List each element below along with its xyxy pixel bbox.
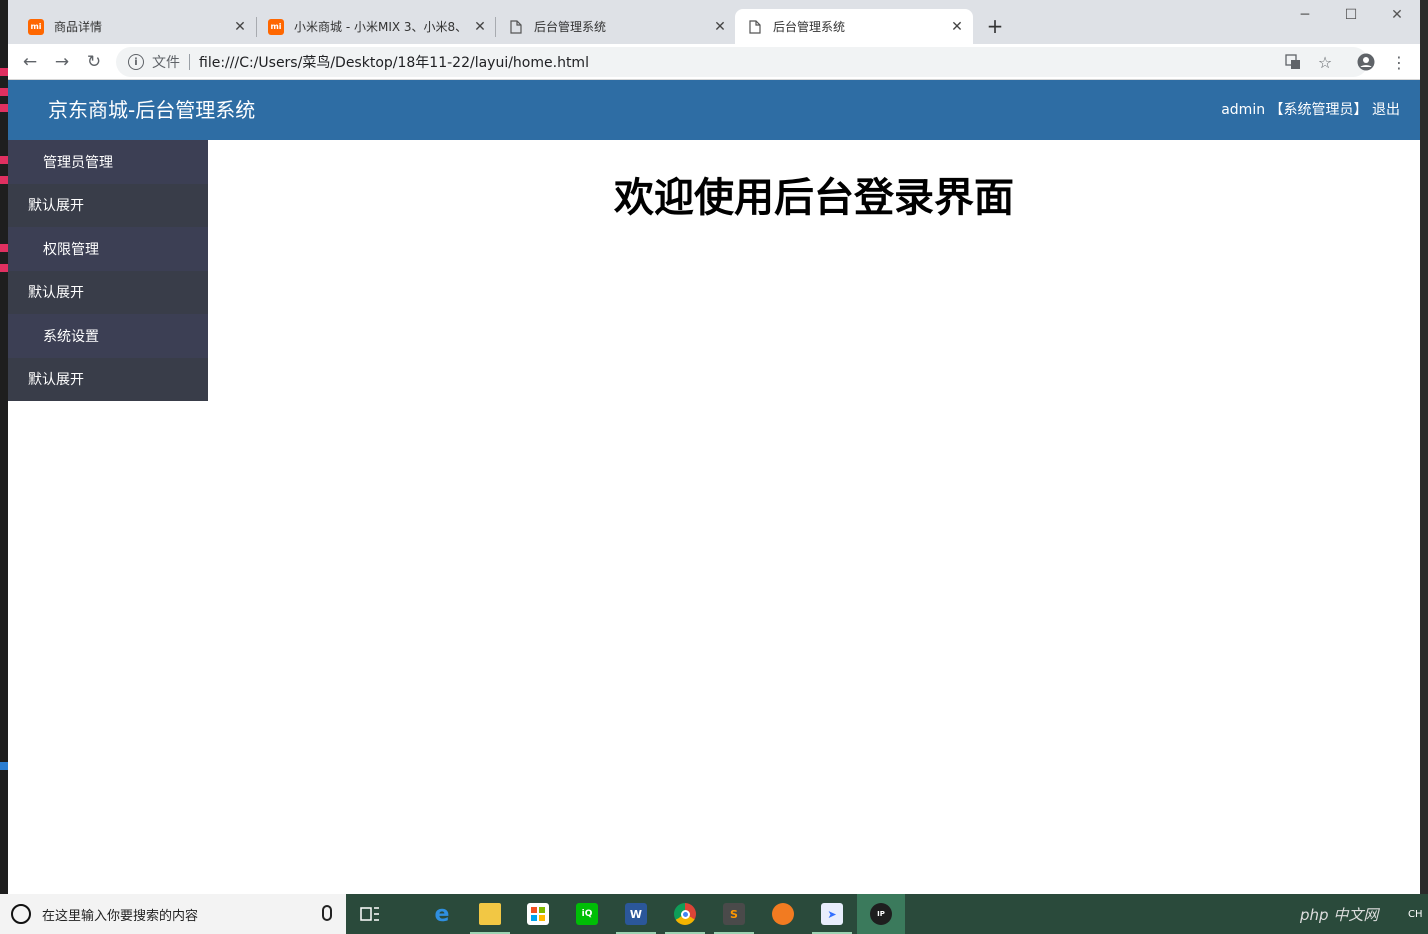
username[interactable]: admin (1221, 102, 1265, 118)
sidebar-item-admin-default[interactable]: 默认展开 (8, 183, 208, 227)
background-text-fragment (0, 88, 8, 96)
bird-icon (772, 903, 794, 925)
php-watermark: php 中文网 (1300, 894, 1378, 934)
welcome-heading: 欢迎使用后台登录界面 (614, 175, 1014, 221)
tab-title: 后台管理系统 (773, 20, 846, 34)
tab-product-detail[interactable]: mi 商品详情 ✕ (16, 9, 256, 44)
watermark-text: php 中文网 (1300, 905, 1379, 924)
window-close-button[interactable]: ✕ (1374, 4, 1420, 26)
profile-icon[interactable] (1355, 51, 1377, 73)
search-placeholder: 在这里输入你要搜索的内容 (42, 908, 199, 924)
tab-title: 商品详情 (54, 20, 103, 34)
sidebar-nav: 管理员管理 默认展开 权限管理 默认展开 系统设置 默认展开 (8, 140, 208, 401)
sidebar-item-settings-default[interactable]: 默认展开 (8, 357, 208, 401)
background-text-fragment (0, 104, 8, 112)
taskbar-search[interactable]: 在这里输入你要搜索的内容 (0, 894, 346, 934)
sidebar-item-permission-default[interactable]: 默认展开 (8, 270, 208, 314)
browser-window: mi 商品详情 ✕ mi 小米商城 - 小米MIX 3、小米8、 ✕ 后台管理系… (8, 0, 1420, 894)
language-label: CH (1408, 908, 1423, 920)
scheme-label: 文件 (152, 55, 180, 71)
iqiyi-icon: iQ (576, 903, 598, 925)
feishu-app[interactable]: ➤ (808, 894, 856, 934)
close-icon[interactable]: ✕ (232, 19, 248, 35)
background-text-fragment (0, 176, 8, 184)
chrome-app[interactable] (661, 894, 709, 934)
folder-icon (479, 903, 501, 925)
iqiyi-app[interactable]: iQ (563, 894, 611, 934)
close-icon[interactable]: ✕ (949, 19, 965, 35)
mi-logo-icon: mi (28, 18, 44, 35)
chrome-center (680, 909, 690, 919)
close-icon[interactable]: ✕ (472, 19, 488, 35)
logout-link[interactable]: 退出 (1372, 102, 1400, 118)
sidebar-item-label: 默认展开 (28, 372, 84, 389)
tab-title: 后台管理系统 (534, 20, 607, 34)
edge-app[interactable]: e (418, 894, 466, 934)
background-text-fragment (0, 264, 8, 272)
address-bar[interactable]: i 文件 file:///C:/Users/菜鸟/Desktop/18年11-2… (116, 47, 1368, 77)
word-app[interactable]: W (612, 894, 660, 934)
minimize-button[interactable]: ─ (1282, 4, 1328, 26)
sidebar-item-label: 默认展开 (28, 285, 84, 302)
task-view-button[interactable] (346, 894, 394, 934)
input-language[interactable]: CH (1408, 894, 1423, 934)
chrome-icon (674, 903, 696, 925)
ide-icon: IP (870, 903, 892, 925)
sidebar-group-settings[interactable]: 系统设置 (8, 314, 208, 358)
tab-admin-1[interactable]: 后台管理系统 ✕ (496, 9, 736, 44)
info-icon[interactable]: i (128, 54, 144, 70)
edge-icon: e (434, 901, 450, 927)
page-header: 京东商城-后台管理系统 admin 【系统管理员】 退出 (8, 80, 1420, 140)
user-bar: admin 【系统管理员】 退出 (1221, 80, 1400, 140)
sidebar-group-admin[interactable]: 管理员管理 (8, 140, 208, 184)
translate-icon[interactable] (1282, 51, 1304, 73)
close-icon[interactable]: ✕ (712, 19, 728, 35)
sublime-app[interactable]: S (710, 894, 758, 934)
windows-taskbar: 在这里输入你要搜索的内容 e iQ W S ➤ IP php 中文网 CH (0, 894, 1428, 934)
sidebar-group-label: 权限管理 (43, 241, 99, 258)
tab-title: 小米商城 - 小米MIX 3、小米8、 (294, 20, 468, 34)
sidebar-item-label: 默认展开 (28, 198, 84, 215)
sidebar-group-label: 管理员管理 (43, 154, 113, 171)
menu-kebab-icon[interactable]: ⋮ (1388, 51, 1410, 73)
tab-strip: mi 商品详情 ✕ mi 小米商城 - 小米MIX 3、小米8、 ✕ 后台管理系… (8, 0, 1420, 44)
background-text-fragment (0, 68, 8, 76)
bookmark-star-icon[interactable]: ☆ (1314, 51, 1336, 73)
tab-admin-active[interactable]: 后台管理系统 ✕ (735, 9, 973, 44)
tab-mi-store[interactable]: mi 小米商城 - 小米MIX 3、小米8、 ✕ (256, 9, 496, 44)
sublime-icon: S (723, 903, 745, 925)
address-divider (189, 54, 190, 70)
file-explorer-app[interactable] (466, 894, 514, 934)
brand-title: 京东商城-后台管理系统 (48, 98, 256, 122)
background-blue-mark (0, 762, 8, 770)
new-tab-button[interactable]: + (983, 14, 1007, 38)
microphone-icon[interactable] (322, 905, 332, 921)
browser-toolbar: ← → ↻ i 文件 file:///C:/Users/菜鸟/Desktop/1… (8, 44, 1420, 80)
store-app[interactable] (514, 894, 562, 934)
mi-logo-icon: mi (268, 18, 284, 35)
background-text-fragment (0, 244, 8, 252)
back-button[interactable]: ← (18, 50, 42, 74)
paper-plane-icon: ➤ (821, 903, 843, 925)
sidebar-group-label: 系统设置 (43, 328, 99, 345)
cortana-icon[interactable] (11, 904, 31, 924)
forward-button[interactable]: → (50, 50, 74, 74)
background-window-strip (0, 0, 8, 894)
url-text[interactable]: file:///C:/Users/菜鸟/Desktop/18年11-22/lay… (199, 52, 589, 72)
sidebar-group-permission[interactable]: 权限管理 (8, 227, 208, 271)
maximize-button[interactable]: ☐ (1328, 4, 1374, 26)
ide-app-active[interactable]: IP (857, 894, 905, 934)
word-icon: W (625, 903, 647, 925)
page-icon (747, 19, 763, 35)
fiddler-app[interactable] (759, 894, 807, 934)
page-icon (508, 19, 524, 35)
user-role: 【系统管理员】 (1269, 102, 1368, 118)
store-icon (527, 903, 549, 925)
background-text-fragment (0, 156, 8, 164)
reload-button[interactable]: ↻ (82, 50, 106, 74)
